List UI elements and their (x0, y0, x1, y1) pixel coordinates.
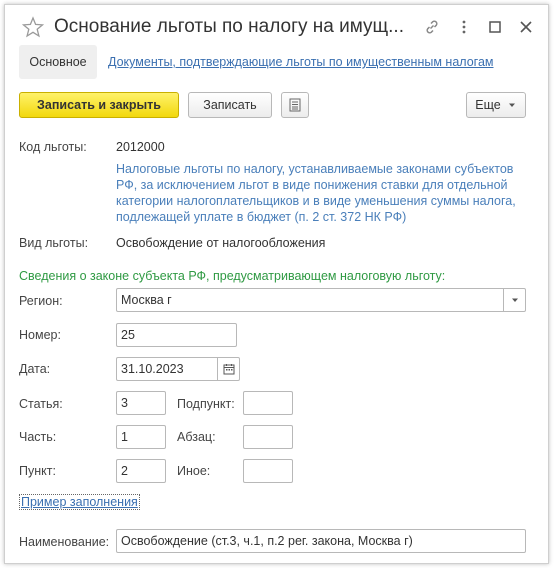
part-value: 1 (121, 430, 128, 444)
name-input[interactable]: Освобождение (ст.3, ч.1, п.2 рег. закона… (116, 529, 526, 553)
part-label: Часть: (19, 430, 57, 444)
maximize-icon[interactable] (486, 18, 504, 36)
article-input[interactable]: 3 (116, 391, 166, 415)
paragraph-input[interactable] (243, 425, 293, 449)
type-value: Освобождение от налогообложения (116, 236, 326, 250)
name-label: Наименование: (19, 535, 110, 549)
article-value: 3 (121, 396, 128, 410)
region-label: Регион: (19, 294, 63, 308)
close-icon[interactable] (517, 18, 535, 36)
more-button-label: Еще (475, 98, 501, 112)
tab-main[interactable]: Основное (19, 45, 97, 79)
number-label: Номер: (19, 328, 61, 342)
star-icon[interactable] (22, 16, 44, 38)
caret-down-icon (508, 103, 515, 107)
item-label: Пункт: (19, 464, 56, 478)
date-label: Дата: (19, 362, 51, 376)
subitem-input[interactable] (243, 391, 293, 415)
window-title: Основание льготы по налогу на имущ... (54, 16, 404, 37)
number-input[interactable]: 25 (116, 323, 237, 347)
section-title: Сведения о законе субъекта РФ, предусмат… (19, 269, 446, 283)
code-description: Налоговые льготы по налогу, устанавливае… (116, 162, 516, 224)
link-icon[interactable] (423, 18, 441, 36)
item-input[interactable]: 2 (116, 459, 166, 483)
other-label: Иное: (177, 464, 211, 478)
code-label: Код льготы: (19, 140, 87, 154)
code-value: 2012000 (116, 140, 165, 154)
region-dropdown-button[interactable] (503, 289, 525, 311)
report-button[interactable] (281, 92, 309, 118)
other-input[interactable] (243, 459, 293, 483)
report-icon (289, 98, 301, 112)
type-label: Вид льготы: (19, 236, 89, 250)
caret-down-icon (511, 298, 518, 302)
part-input[interactable]: 1 (116, 425, 166, 449)
more-button[interactable]: Еще (466, 92, 526, 118)
save-and-close-button[interactable]: Записать и закрыть (19, 92, 179, 118)
name-value: Освобождение (ст.3, ч.1, п.2 рег. закона… (121, 534, 413, 548)
subitem-label: Подпункт: (177, 397, 235, 411)
item-value: 2 (121, 464, 128, 478)
article-label: Статья: (19, 397, 63, 411)
number-value: 25 (121, 328, 135, 342)
date-input[interactable]: 31.10.2023 (116, 357, 240, 381)
date-value: 31.10.2023 (121, 362, 184, 376)
save-button[interactable]: Записать (188, 92, 272, 118)
calendar-button[interactable] (217, 358, 239, 380)
calendar-icon (223, 364, 234, 375)
region-select[interactable]: Москва г (116, 288, 526, 312)
paragraph-label: Абзац: (177, 430, 216, 444)
region-value: Москва г (121, 293, 172, 307)
more-vert-icon[interactable] (455, 18, 473, 36)
tab-documents-link[interactable]: Документы, подтверждающие льготы по имущ… (108, 55, 494, 69)
dialog-window: Основание льготы по налогу на имущ... Ос… (4, 4, 549, 564)
sample-fill-link[interactable]: Пример заполнения (19, 494, 140, 510)
